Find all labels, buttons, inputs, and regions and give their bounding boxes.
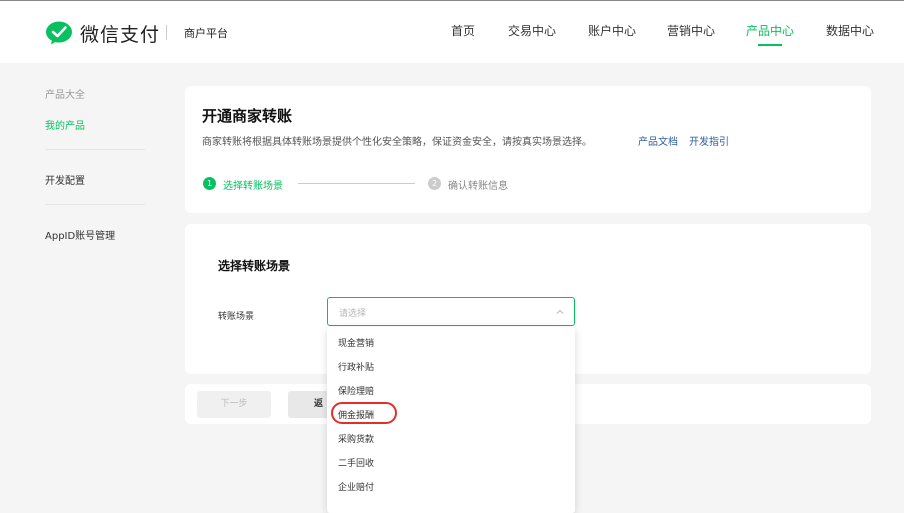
sidebar-heading: 产品大全 [45, 90, 85, 101]
next-step-button[interactable]: 下一步 [197, 391, 271, 418]
step-2-number: 2 [428, 177, 441, 190]
dev-guide-link[interactable]: 开发指引 [689, 133, 729, 148]
sidebar-item-appid-management[interactable]: AppID账号管理 [45, 227, 115, 242]
option-insurance-claim[interactable]: 保险理赔 [338, 384, 374, 397]
option-cash-marketing[interactable]: 现金营销 [338, 336, 374, 349]
transfer-scene-label: 转账场景 [218, 312, 255, 322]
sidebar-item-my-products[interactable]: 我的产品 [45, 117, 85, 132]
nav-data-center[interactable]: 数据中心 [826, 22, 874, 39]
nav-product-center[interactable]: 产品中心 [746, 22, 794, 39]
option-enterprise-compensation[interactable]: 企业赔付 [338, 480, 374, 493]
brand-name: 微信支付 [80, 23, 161, 46]
product-doc-link[interactable]: 产品文档 [638, 133, 678, 148]
step-connector [298, 183, 415, 184]
select-placeholder: 请选择 [339, 309, 367, 319]
section-title: 选择转账场景 [218, 259, 291, 273]
page-title: 开通商家转账 [202, 107, 293, 125]
chevron-up-icon [556, 309, 564, 314]
sidebar-item-dev-config[interactable]: 开发配置 [45, 172, 85, 187]
highlight-annotation [331, 402, 397, 424]
step-1-number: 1 [203, 177, 216, 190]
nav-home[interactable]: 首页 [451, 22, 475, 39]
transfer-scene-select[interactable]: 请选择 [327, 297, 575, 326]
option-second-hand-recycle[interactable]: 二手回收 [338, 456, 374, 469]
nav-active-underline [758, 44, 782, 46]
sidebar-divider [45, 149, 145, 150]
header-card: 开通商家转账 商家转账将根据具体转账场景提供个性化安全策略，保证资金安全，请按真… [185, 86, 871, 213]
top-header: 微信支付 商户平台 首页 交易中心 账户中心 营销中心 产品中心 数据中心 [0, 0, 904, 63]
logo-divider [166, 25, 167, 40]
sidebar-divider [45, 204, 145, 205]
step-1-label: 选择转账场景 [223, 181, 283, 192]
wechat-pay-logo[interactable]: 微信支付 [45, 19, 160, 47]
option-admin-subsidy[interactable]: 行政补贴 [338, 360, 374, 373]
nav-marketing-center[interactable]: 营销中心 [667, 22, 715, 39]
platform-name: 商户平台 [184, 27, 228, 40]
nav-account-center[interactable]: 账户中心 [588, 22, 636, 39]
wechat-pay-logo-icon [46, 21, 72, 45]
nav-trade-center[interactable]: 交易中心 [508, 22, 556, 39]
option-purchase-payment[interactable]: 采购货款 [338, 432, 374, 445]
step-2-label: 确认转账信息 [448, 181, 508, 192]
page-description: 商家转账将根据具体转账场景提供个性化安全策略，保证资金安全，请按真实场景选择。 [202, 137, 592, 148]
